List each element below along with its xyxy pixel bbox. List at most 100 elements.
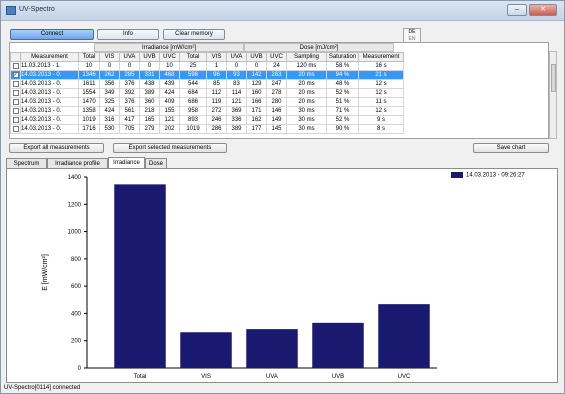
table-cell: 1716: [78, 124, 100, 134]
table-cell: 14.03.2013 - 0.: [20, 115, 79, 125]
row-checkbox[interactable]: [12, 125, 19, 132]
row-checkbox[interactable]: [12, 80, 19, 87]
legend-label: 14.03.2013 - 09:26:27: [466, 172, 525, 179]
column-header[interactable]: VIS: [206, 52, 227, 62]
close-icon: ✕: [540, 6, 546, 13]
column-header[interactable]: UVA: [119, 52, 140, 62]
export-all-button[interactable]: Export all measurements: [9, 143, 104, 153]
table-cell: 369: [226, 106, 247, 116]
scrollbar-thumb[interactable]: [551, 64, 556, 92]
table-row[interactable]: 14.03.2013 - 0. 1470 325 376 360 409 686 119 121…: [10, 97, 404, 107]
column-header[interactable]: UVA: [226, 52, 247, 62]
table-cell: 1019: [78, 115, 100, 125]
table-cell: 11 s: [358, 97, 404, 107]
x-tick-label: UVA: [266, 374, 278, 380]
table-row[interactable]: ✓ 14.03.2013 - 0. 1346 262 285 331 468 598 96 93 1…: [10, 70, 404, 80]
table-cell: 958: [179, 106, 207, 116]
table-cell: 417: [119, 115, 140, 125]
lang-de[interactable]: DE: [404, 29, 420, 36]
row-checkbox-cell: [10, 115, 21, 125]
bar: [378, 304, 430, 368]
table-cell: 177: [246, 124, 267, 134]
table-cell: 561: [119, 106, 140, 116]
table-cell: 20 ms: [286, 79, 327, 89]
table-cell: 114: [226, 88, 247, 98]
chart-panel: 0 200 400 600 800 1000 1200 1400 E [mW/cm²] Total…: [6, 168, 558, 383]
title-bar[interactable]: UV-Spectro – ✕: [1, 1, 564, 21]
bar: [114, 184, 166, 368]
language-switch[interactable]: DE EN: [403, 28, 421, 43]
table-cell: 218: [139, 106, 160, 116]
row-checkbox[interactable]: [12, 116, 19, 123]
row-checkbox-cell: [10, 97, 21, 107]
table-cell: 24: [266, 61, 287, 71]
column-header[interactable]: VIS: [99, 52, 120, 62]
y-axis-label: E [mW/cm²]: [42, 254, 49, 291]
table-row[interactable]: 14.03.2013 - 0. 1716 530 705 279 202 1019 286 38…: [10, 124, 404, 134]
info-button[interactable]: Info: [97, 29, 159, 40]
row-checkbox[interactable]: [12, 62, 19, 69]
table-cell: 0: [226, 61, 247, 71]
table-cell: 349: [99, 88, 120, 98]
table-cell: 112: [206, 88, 227, 98]
table-cell: 262: [99, 70, 120, 80]
column-header[interactable]: Total: [179, 52, 207, 62]
table-cell: 20 ms: [286, 70, 327, 80]
table-cell: 893: [179, 115, 207, 125]
table-row[interactable]: 14.03.2013 - 0. 1554 349 392 389 424 684 112 114…: [10, 88, 404, 98]
table-cell: 93: [226, 70, 247, 80]
table-cell: 336: [226, 115, 247, 125]
column-header[interactable]: Measurement: [20, 52, 79, 62]
table-cell: 286: [206, 124, 227, 134]
table-row[interactable]: 14.03.2013 - 0. 1358 424 561 218 155 958 272 369…: [10, 106, 404, 116]
column-header[interactable]: Sampling: [286, 52, 327, 62]
table-cell: 1019: [179, 124, 207, 134]
row-checkbox[interactable]: [12, 107, 19, 114]
measurement-table[interactable]: Irradiance [mW/cm²] Dose [mJ/cm²] Measur…: [9, 42, 549, 139]
table-row[interactable]: 11.03.2013 - 1. 10 0 0 0 10 25 1 0 0 24 120 ms 58 % 1…: [10, 61, 404, 71]
legend-swatch: [451, 172, 463, 178]
checkbox-header: [10, 52, 21, 62]
export-selected-button[interactable]: Export selected measurements: [113, 143, 227, 153]
column-header[interactable]: UVB: [139, 52, 160, 62]
table-cell: 0: [99, 61, 120, 71]
row-checkbox[interactable]: [12, 89, 19, 96]
bar: [180, 332, 232, 368]
table-cell: 155: [159, 106, 180, 116]
checked-checkbox[interactable]: ✓: [12, 71, 19, 78]
table-cell: 0: [246, 61, 267, 71]
close-button[interactable]: ✕: [529, 4, 557, 16]
bar: [246, 329, 298, 368]
minimize-button[interactable]: –: [507, 4, 527, 16]
table-cell: 14.03.2013 - 0.: [20, 106, 79, 116]
table-row[interactable]: 14.03.2013 - 0. 1019 316 417 165 121 893 246 336…: [10, 115, 404, 125]
table-row[interactable]: 14.03.2013 - 0. 1611 356 376 438 439 544 85 83 12…: [10, 79, 404, 89]
table-cell: 52 %: [326, 88, 359, 98]
table-cell: 1611: [78, 79, 100, 89]
column-header[interactable]: UVC: [159, 52, 180, 62]
clear-memory-button[interactable]: Clear memory: [163, 29, 225, 40]
table-cell: 52 %: [326, 115, 359, 125]
table-cell: 162: [246, 115, 267, 125]
table-cell: 14.03.2013 - 0.: [20, 79, 79, 89]
column-header[interactable]: UVB: [246, 52, 267, 62]
row-checkbox-cell: [10, 124, 21, 134]
table-scrollbar[interactable]: [549, 51, 557, 139]
connect-button[interactable]: Connect: [10, 29, 94, 40]
table-cell: 71 %: [326, 106, 359, 116]
table-cell: 247: [266, 79, 287, 89]
save-chart-button[interactable]: Save chart: [473, 143, 549, 153]
table-cell: 129: [246, 79, 267, 89]
column-header[interactable]: Total: [78, 52, 100, 62]
x-tick-label: VIS: [201, 374, 211, 380]
column-header[interactable]: UVC: [266, 52, 287, 62]
column-header[interactable]: Measurement: [358, 52, 404, 62]
table-cell: 16 s: [358, 61, 404, 71]
table-cell: 684: [179, 88, 207, 98]
table-cell: 331: [139, 70, 160, 80]
column-header[interactable]: Saturation: [326, 52, 359, 62]
row-checkbox[interactable]: [12, 98, 19, 105]
table-cell: 14.03.2013 - 0.: [20, 88, 79, 98]
table-cell: 160: [246, 88, 267, 98]
table-cell: 14.03.2013 - 0.: [20, 124, 79, 134]
